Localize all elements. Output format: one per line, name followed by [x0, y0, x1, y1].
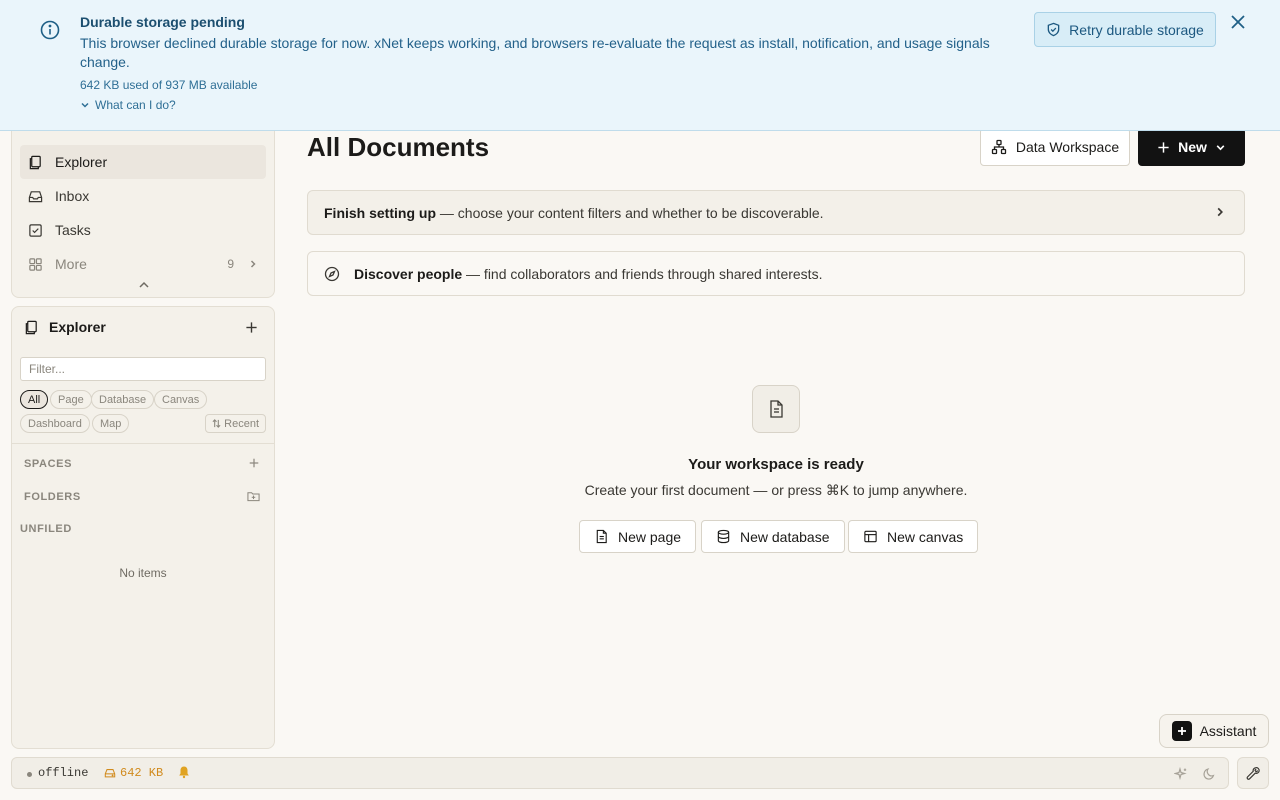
new-document-button[interactable]: New: [1138, 128, 1245, 166]
storage-indicator[interactable]: 642 KB: [104, 766, 163, 780]
discover-card-title: Discover people: [354, 265, 463, 282]
tasks-icon: [28, 223, 43, 238]
setup-card-description: — choose your content filters and whethe…: [436, 204, 824, 221]
new-database-label: New database: [740, 528, 830, 545]
storage-usage: 642 KB used of 937 MB available: [80, 78, 258, 92]
folders-section-label: FOLDERS: [24, 491, 81, 503]
data-workspace-button[interactable]: Data Workspace: [980, 128, 1130, 166]
setup-card-text: Finish setting up — choose your content …: [324, 205, 824, 221]
chip-canvas[interactable]: Canvas: [154, 390, 208, 409]
sidebar-item-label: Inbox: [55, 188, 90, 204]
explorer-title: Explorer: [49, 319, 106, 335]
shield-check-icon: [1046, 22, 1061, 37]
sidebar-item-explorer[interactable]: Explorer: [20, 145, 266, 179]
status-bar: offline 642 KB: [11, 757, 1229, 789]
add-space-icon[interactable]: [248, 457, 260, 469]
explorer-panel: Explorer All Page Database Canvas Dashbo…: [11, 306, 275, 749]
discover-card-text: Discover people — find collaborators and…: [354, 266, 822, 282]
sidebar-item-label: Tasks: [55, 222, 91, 238]
more-count-badge: 9: [227, 257, 234, 271]
assistant-button[interactable]: Assistant: [1159, 714, 1269, 748]
new-canvas-label: New canvas: [887, 528, 964, 545]
sort-label: Recent: [224, 417, 259, 430]
new-page-button[interactable]: New page: [579, 520, 697, 553]
discover-card-description: — find collaborators and friends through…: [462, 265, 823, 282]
setup-card-title: Finish setting up: [324, 204, 436, 221]
info-circle-icon: [40, 20, 60, 40]
chevron-right-icon: [248, 259, 258, 269]
chip-database[interactable]: Database: [91, 390, 155, 409]
sidebar-item-inbox[interactable]: Inbox: [20, 179, 266, 213]
finish-setup-card[interactable]: Finish setting up — choose your content …: [307, 190, 1245, 235]
plus-icon: [1157, 141, 1170, 154]
canvas-icon: [863, 529, 878, 544]
what-can-i-do-label: What can I do?: [95, 98, 176, 112]
connection-status: offline: [38, 766, 89, 780]
page-title: All Documents: [307, 132, 490, 162]
chevron-down-icon: [80, 100, 90, 110]
new-canvas-button[interactable]: New canvas: [848, 520, 979, 553]
banner-content: Durable storage pending This browser dec…: [80, 13, 1020, 112]
plus-icon[interactable]: [245, 321, 258, 334]
no-items-label: No items: [119, 566, 167, 580]
sidebar-item-more[interactable]: More 9: [20, 247, 266, 281]
add-folder-icon[interactable]: [247, 490, 260, 502]
retry-durable-storage-button[interactable]: Retry durable storage: [1034, 12, 1216, 47]
storage-used-label: 642 KB: [120, 766, 164, 780]
empty-state-title: Your workspace is ready: [688, 456, 864, 473]
empty-state-subtitle: Create your first document — or press ⌘K…: [584, 482, 968, 498]
close-icon[interactable]: [1228, 12, 1248, 32]
chip-all[interactable]: All: [20, 390, 49, 409]
new-label: New: [1178, 139, 1207, 155]
assistant-label: Assistant: [1199, 723, 1257, 739]
chevron-down-icon: [1215, 142, 1226, 153]
chip-map[interactable]: Map: [92, 414, 130, 433]
sort-icon: [212, 419, 221, 428]
inbox-icon: [28, 189, 43, 204]
sidebar-nav: Explorer Inbox Tasks More 9: [11, 110, 275, 298]
explorer-icon: [28, 155, 43, 170]
explorer-icon: [24, 320, 39, 335]
banner-title: Durable storage pending: [80, 14, 245, 30]
new-page-label: New page: [618, 528, 682, 545]
chip-page[interactable]: Page: [50, 390, 92, 409]
sidebar-item-label: Explorer: [55, 154, 108, 170]
moon-icon[interactable]: [1202, 767, 1216, 781]
wrench-icon[interactable]: [1237, 757, 1269, 789]
sidebar-item-label: More: [55, 256, 87, 272]
filter-input[interactable]: [20, 357, 266, 381]
what-can-i-do-toggle[interactable]: What can I do?: [80, 98, 1020, 112]
sidebar-item-tasks[interactable]: Tasks: [20, 213, 266, 247]
sparkles-icon[interactable]: [1174, 767, 1188, 781]
database-icon: [716, 529, 731, 544]
discover-people-card[interactable]: Discover people — find collaborators and…: [307, 251, 1245, 296]
explorer-header: Explorer: [24, 319, 106, 335]
explorer-divider: [12, 443, 274, 444]
spaces-section-label: SPACES: [24, 458, 73, 470]
retry-label: Retry durable storage: [1069, 21, 1204, 38]
bell-icon[interactable]: [177, 765, 191, 779]
chip-dashboard[interactable]: Dashboard: [20, 414, 90, 433]
chevron-up-icon[interactable]: [137, 278, 151, 292]
grid-icon: [28, 257, 43, 272]
unfiled-section-label: UNFILED: [20, 523, 72, 535]
compass-icon: [324, 266, 340, 282]
connection-status-dot: [27, 772, 32, 777]
storage-banner: Durable storage pending This browser dec…: [0, 0, 1280, 131]
workspace-tree-icon: [991, 139, 1007, 155]
sort-recent-button[interactable]: Recent: [205, 414, 266, 433]
data-workspace-label: Data Workspace: [1015, 139, 1120, 155]
new-database-button[interactable]: New database: [701, 520, 845, 553]
sparkle-plus-icon: [1171, 721, 1192, 741]
banner-message: This browser declined durable storage fo…: [80, 35, 990, 70]
chevron-right-icon: [1214, 206, 1226, 218]
hard-drive-icon: [104, 767, 116, 779]
document-icon: [752, 385, 800, 433]
page-icon: [594, 529, 609, 544]
